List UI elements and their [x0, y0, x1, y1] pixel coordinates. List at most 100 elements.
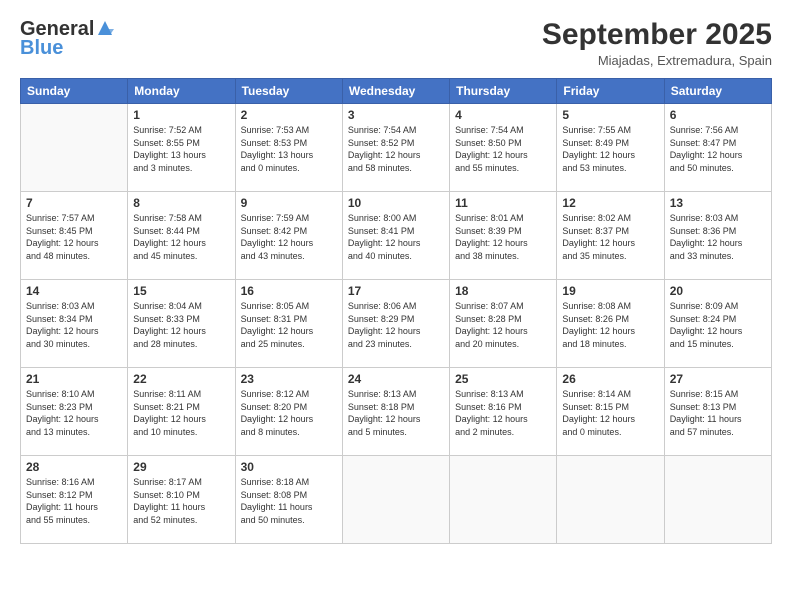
calendar-cell: 3 Sunrise: 7:54 AM Sunset: 8:52 PM Daylig… — [342, 104, 449, 192]
day-info: Sunrise: 8:14 AM Sunset: 8:15 PM Dayligh… — [562, 388, 658, 438]
day-info: Sunrise: 8:09 AM Sunset: 8:24 PM Dayligh… — [670, 300, 766, 350]
day-info: Sunrise: 7:56 AM Sunset: 8:47 PM Dayligh… — [670, 124, 766, 174]
calendar-cell: 24 Sunrise: 8:13 AM Sunset: 8:18 PM Dayli… — [342, 368, 449, 456]
header: General Blue September 2025 Miajadas, Ex… — [20, 18, 772, 68]
day-info: Sunrise: 8:02 AM Sunset: 8:37 PM Dayligh… — [562, 212, 658, 262]
day-number: 20 — [670, 284, 766, 298]
day-header-friday: Friday — [557, 79, 664, 104]
day-info: Sunrise: 8:10 AM Sunset: 8:23 PM Dayligh… — [26, 388, 122, 438]
day-number: 19 — [562, 284, 658, 298]
day-number: 3 — [348, 108, 444, 122]
calendar-cell: 26 Sunrise: 8:14 AM Sunset: 8:15 PM Dayli… — [557, 368, 664, 456]
calendar-cell: 15 Sunrise: 8:04 AM Sunset: 8:33 PM Dayli… — [128, 280, 235, 368]
calendar-week-0: 1Sunrise: 7:52 AM Sunset: 8:55 PM Daylig… — [21, 104, 772, 192]
logo: General Blue — [20, 18, 114, 60]
day-info: Sunrise: 7:54 AM Sunset: 8:52 PM Dayligh… — [348, 124, 444, 174]
day-number: 2 — [241, 108, 337, 122]
day-number: 10 — [348, 196, 444, 210]
day-number: 15 — [133, 284, 229, 298]
calendar-cell: 21 Sunrise: 8:10 AM Sunset: 8:23 PM Dayli… — [21, 368, 128, 456]
day-number: 6 — [670, 108, 766, 122]
calendar-cell: 12 Sunrise: 8:02 AM Sunset: 8:37 PM Dayli… — [557, 192, 664, 280]
day-number: 28 — [26, 460, 122, 474]
calendar-cell: 1Sunrise: 7:52 AM Sunset: 8:55 PM Daylig… — [128, 104, 235, 192]
calendar-cell: 11 Sunrise: 8:01 AM Sunset: 8:39 PM Dayli… — [450, 192, 557, 280]
day-info: Sunrise: 7:53 AM Sunset: 8:53 PM Dayligh… — [241, 124, 337, 174]
day-info: Sunrise: 8:04 AM Sunset: 8:33 PM Dayligh… — [133, 300, 229, 350]
day-header-monday: Monday — [128, 79, 235, 104]
day-number: 9 — [241, 196, 337, 210]
calendar-cell: 25 Sunrise: 8:13 AM Sunset: 8:16 PM Dayli… — [450, 368, 557, 456]
day-info: Sunrise: 8:07 AM Sunset: 8:28 PM Dayligh… — [455, 300, 551, 350]
calendar-cell: 16Sunrise: 8:05 AM Sunset: 8:31 PM Dayli… — [235, 280, 342, 368]
calendar-cell — [21, 104, 128, 192]
day-info: Sunrise: 8:06 AM Sunset: 8:29 PM Dayligh… — [348, 300, 444, 350]
page: General Blue September 2025 Miajadas, Ex… — [0, 0, 792, 612]
day-info: Sunrise: 8:13 AM Sunset: 8:16 PM Dayligh… — [455, 388, 551, 438]
day-number: 7 — [26, 196, 122, 210]
day-info: Sunrise: 8:03 AM Sunset: 8:34 PM Dayligh… — [26, 300, 122, 350]
day-header-thursday: Thursday — [450, 79, 557, 104]
day-number: 17 — [348, 284, 444, 298]
logo-blue: Blue — [20, 37, 63, 60]
title-block: September 2025 Miajadas, Extremadura, Sp… — [542, 18, 772, 68]
day-number: 1 — [133, 108, 229, 122]
day-info: Sunrise: 7:59 AM Sunset: 8:42 PM Dayligh… — [241, 212, 337, 262]
day-number: 11 — [455, 196, 551, 210]
day-number: 21 — [26, 372, 122, 386]
calendar-week-3: 21 Sunrise: 8:10 AM Sunset: 8:23 PM Dayli… — [21, 368, 772, 456]
calendar-cell: 27Sunrise: 8:15 AM Sunset: 8:13 PM Dayli… — [664, 368, 771, 456]
calendar-week-1: 7 Sunrise: 7:57 AM Sunset: 8:45 PM Daylig… — [21, 192, 772, 280]
logo-icon — [96, 19, 114, 37]
calendar-cell: 29 Sunrise: 8:17 AM Sunset: 8:10 PM Dayli… — [128, 456, 235, 544]
day-number: 16 — [241, 284, 337, 298]
day-info: Sunrise: 8:11 AM Sunset: 8:21 PM Dayligh… — [133, 388, 229, 438]
calendar-cell: 28Sunrise: 8:16 AM Sunset: 8:12 PM Dayli… — [21, 456, 128, 544]
calendar-cell: 23 Sunrise: 8:12 AM Sunset: 8:20 PM Dayli… — [235, 368, 342, 456]
day-header-tuesday: Tuesday — [235, 79, 342, 104]
calendar-cell: 14 Sunrise: 8:03 AM Sunset: 8:34 PM Dayli… — [21, 280, 128, 368]
day-info: Sunrise: 8:01 AM Sunset: 8:39 PM Dayligh… — [455, 212, 551, 262]
day-header-sunday: Sunday — [21, 79, 128, 104]
day-info: Sunrise: 8:17 AM Sunset: 8:10 PM Dayligh… — [133, 476, 229, 526]
day-info: Sunrise: 8:08 AM Sunset: 8:26 PM Dayligh… — [562, 300, 658, 350]
day-number: 23 — [241, 372, 337, 386]
calendar-cell — [664, 456, 771, 544]
day-number: 18 — [455, 284, 551, 298]
day-number: 13 — [670, 196, 766, 210]
day-info: Sunrise: 8:18 AM Sunset: 8:08 PM Dayligh… — [241, 476, 337, 526]
day-number: 14 — [26, 284, 122, 298]
calendar-cell: 6 Sunrise: 7:56 AM Sunset: 8:47 PM Daylig… — [664, 104, 771, 192]
calendar-cell: 10Sunrise: 8:00 AM Sunset: 8:41 PM Dayli… — [342, 192, 449, 280]
day-info: Sunrise: 8:13 AM Sunset: 8:18 PM Dayligh… — [348, 388, 444, 438]
calendar-cell: 5Sunrise: 7:55 AM Sunset: 8:49 PM Daylig… — [557, 104, 664, 192]
calendar-cell: 18 Sunrise: 8:07 AM Sunset: 8:28 PM Dayli… — [450, 280, 557, 368]
day-info: Sunrise: 7:54 AM Sunset: 8:50 PM Dayligh… — [455, 124, 551, 174]
day-number: 4 — [455, 108, 551, 122]
calendar-cell: 9 Sunrise: 7:59 AM Sunset: 8:42 PM Daylig… — [235, 192, 342, 280]
day-info: Sunrise: 8:03 AM Sunset: 8:36 PM Dayligh… — [670, 212, 766, 262]
day-info: Sunrise: 8:15 AM Sunset: 8:13 PM Dayligh… — [670, 388, 766, 438]
calendar-week-4: 28Sunrise: 8:16 AM Sunset: 8:12 PM Dayli… — [21, 456, 772, 544]
calendar-cell: 4 Sunrise: 7:54 AM Sunset: 8:50 PM Daylig… — [450, 104, 557, 192]
day-info: Sunrise: 7:55 AM Sunset: 8:49 PM Dayligh… — [562, 124, 658, 174]
day-info: Sunrise: 8:12 AM Sunset: 8:20 PM Dayligh… — [241, 388, 337, 438]
day-header-wednesday: Wednesday — [342, 79, 449, 104]
calendar-week-2: 14 Sunrise: 8:03 AM Sunset: 8:34 PM Dayli… — [21, 280, 772, 368]
month-title: September 2025 — [542, 18, 772, 51]
day-number: 26 — [562, 372, 658, 386]
calendar-cell: 19 Sunrise: 8:08 AM Sunset: 8:26 PM Dayli… — [557, 280, 664, 368]
day-number: 25 — [455, 372, 551, 386]
location-subtitle: Miajadas, Extremadura, Spain — [542, 53, 772, 68]
day-number: 24 — [348, 372, 444, 386]
calendar-cell: 7 Sunrise: 7:57 AM Sunset: 8:45 PM Daylig… — [21, 192, 128, 280]
calendar-cell: 30 Sunrise: 8:18 AM Sunset: 8:08 PM Dayli… — [235, 456, 342, 544]
calendar-cell — [450, 456, 557, 544]
day-info: Sunrise: 7:57 AM Sunset: 8:45 PM Dayligh… — [26, 212, 122, 262]
day-number: 30 — [241, 460, 337, 474]
day-number: 8 — [133, 196, 229, 210]
day-number: 22 — [133, 372, 229, 386]
day-number: 29 — [133, 460, 229, 474]
day-info: Sunrise: 7:58 AM Sunset: 8:44 PM Dayligh… — [133, 212, 229, 262]
day-number: 12 — [562, 196, 658, 210]
